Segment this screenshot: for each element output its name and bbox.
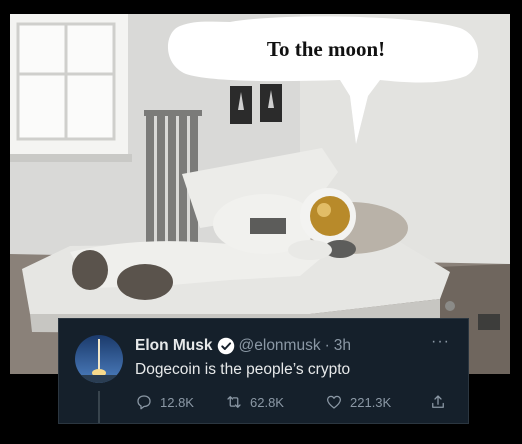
like-button[interactable]: 221.3K — [325, 393, 429, 411]
share-icon — [432, 395, 444, 408]
tweet-actions: 12.8K 62.8K 221.3K — [135, 393, 455, 411]
retweet-button[interactable]: 62.8K — [225, 393, 325, 411]
display-name[interactable]: Elon Musk — [135, 337, 213, 355]
retweet-count: 62.8K — [250, 394, 284, 410]
reply-button[interactable]: 12.8K — [135, 393, 225, 411]
heart-icon — [326, 395, 342, 409]
share-button[interactable] — [429, 393, 449, 411]
verified-badge-icon — [217, 337, 234, 355]
meme-caption: To the moon! — [266, 36, 386, 61]
like-count: 221.3K — [350, 394, 392, 410]
tweet-card[interactable]: Elon Musk @elonmusk · 3h ··· Dogecoin is… — [58, 318, 469, 424]
timestamp[interactable]: 3h — [334, 337, 351, 355]
avatar[interactable] — [75, 335, 123, 383]
reply-count: 12.8K — [160, 394, 194, 410]
retweet-icon — [227, 396, 241, 408]
thread-line — [98, 391, 100, 423]
separator-dot: · — [324, 337, 330, 354]
more-options-icon[interactable]: ··· — [431, 333, 450, 351]
reply-icon — [137, 395, 151, 410]
tweet-text: Dogecoin is the people’s crypto — [135, 361, 351, 378]
user-handle[interactable]: @elonmusk — [239, 337, 321, 355]
tweet-header: Elon Musk @elonmusk · 3h — [135, 337, 351, 355]
